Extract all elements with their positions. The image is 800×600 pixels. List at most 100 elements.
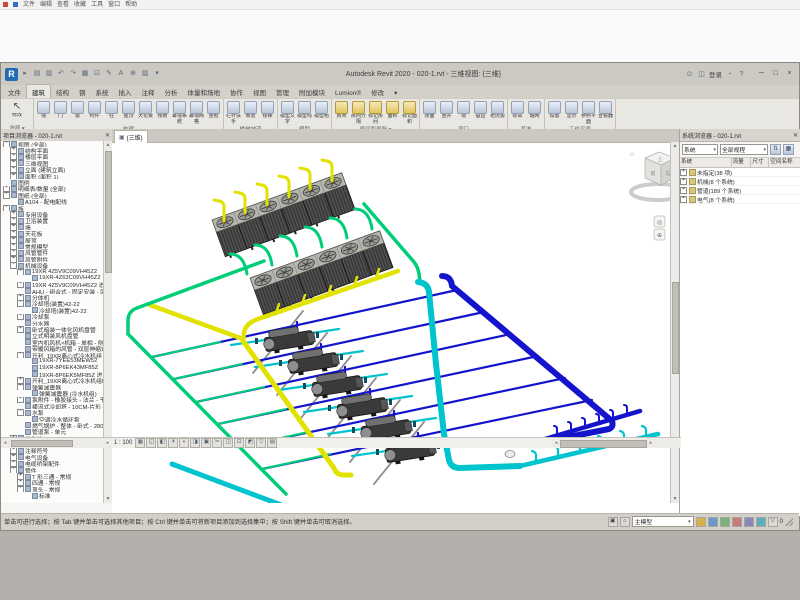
ribbon-button[interactable]: 楼板 [154, 100, 171, 125]
ribbon-button[interactable]: 竖井 [438, 100, 455, 125]
ribbon-button[interactable]: 房间分隔 [350, 100, 367, 125]
ribbon-button[interactable]: 面积 [384, 100, 401, 125]
ribbon-button[interactable]: 标记房间 [367, 100, 384, 125]
scroll-left-icon[interactable]: ◂ [1, 439, 9, 447]
titlebar-icon[interactable]: ⊙ [685, 70, 694, 79]
ribbon-tab[interactable]: 体量和场地 [183, 85, 226, 98]
canvas-hscrollbar[interactable]: ◂ ▸ [552, 439, 679, 447]
tree-expander-icon[interactable]: - [10, 262, 17, 268]
viewcube-home-icon[interactable]: ⌂ [630, 151, 634, 158]
ribbon-button[interactable]: 轴网 [526, 100, 543, 125]
design-options-dropdown[interactable]: 主模型▾ [632, 516, 694, 527]
viewcube[interactable]: 上 前 右 ⌂ [630, 151, 671, 200]
ribbon-button[interactable]: 设置 [546, 100, 563, 125]
qat-button[interactable]: ▤ [32, 69, 42, 79]
status-filter-icon[interactable] [744, 517, 754, 527]
window-control-button[interactable]: □ [769, 68, 782, 80]
ribbon-button[interactable]: 门 [52, 100, 69, 125]
ribbon-button[interactable]: 楼梯 [259, 100, 276, 125]
ribbon-tab[interactable]: 分析 [160, 85, 183, 98]
drawing-area[interactable]: ▣ {三维} [112, 129, 679, 513]
ribbon-button[interactable]: 查看器 [597, 100, 614, 125]
navigation-bar[interactable]: ◎ ⊕ [654, 216, 665, 240]
tree-expander-icon[interactable]: + [17, 314, 24, 320]
qat-button[interactable]: ▥ [44, 69, 54, 79]
host-menu-item[interactable]: 编辑 [40, 1, 52, 9]
canvas-vscrollbar[interactable]: ▲ ▼ [670, 142, 679, 503]
status-filter-icon[interactable] [720, 517, 730, 527]
tree-expander-icon[interactable]: + [680, 178, 687, 185]
ribbon-button[interactable]: 墙 [455, 100, 472, 125]
ribbon-button[interactable]: 幕墙网格 [188, 100, 205, 125]
system-row[interactable]: + 未指定(38 项) [680, 168, 800, 177]
view-control-icon[interactable]: ▽ [256, 438, 266, 448]
scroll-down-icon[interactable]: ▼ [671, 495, 679, 503]
steering-wheel-icon[interactable]: ◎ [657, 220, 662, 226]
status-filter-icon[interactable] [696, 517, 706, 527]
view-control-icon[interactable]: ▣ [201, 438, 211, 448]
close-icon[interactable]: ✕ [103, 132, 112, 139]
view-control-icon[interactable]: ◨ [190, 438, 200, 448]
scroll-up-icon[interactable]: ▲ [671, 142, 679, 150]
status-filter-icon[interactable] [732, 517, 742, 527]
sign-in-label[interactable]: 登录 [709, 69, 722, 79]
qat-button[interactable]: ▸ [20, 69, 30, 79]
ribbon-button[interactable]: 垂直 [472, 100, 489, 125]
system-row[interactable]: + 机械(8 个系统) [680, 177, 800, 186]
ribbon-tab[interactable]: 系统 [91, 85, 114, 98]
ribbon-tab[interactable]: 视图 [248, 85, 271, 98]
tree-expander-icon[interactable]: + [680, 187, 687, 194]
ribbon-tab[interactable]: 协作 [225, 85, 248, 98]
ribbon-button[interactable]: 显示 [563, 100, 580, 125]
status-filter-icon[interactable] [756, 517, 766, 527]
ribbon-button[interactable]: 柱 [103, 100, 120, 125]
view-control-icon[interactable]: ☀ [168, 438, 178, 448]
ribbon-tab[interactable]: 建筑 [26, 84, 51, 98]
tree-item[interactable]: - 19XR 4Z5V9C09VH45Z2 [1, 269, 104, 275]
tree-expander-icon[interactable]: - [3, 205, 10, 211]
toolbar-icon[interactable]: ▦ [783, 144, 794, 155]
ribbon-button[interactable]: 天花板 [137, 100, 154, 125]
host-menu-item[interactable]: 工具 [91, 1, 103, 9]
ribbon-button[interactable]: 窗 [69, 100, 86, 125]
scroll-right-icon[interactable]: ▸ [104, 439, 112, 447]
scroll-left-icon[interactable]: ◂ [552, 439, 560, 447]
system-row[interactable]: + 电气(8 个系统) [680, 195, 800, 204]
ribbon-button[interactable]: 标高 [509, 100, 526, 125]
titlebar-icon[interactable]: ? [737, 70, 746, 79]
host-menu-item[interactable]: 文件 [23, 1, 35, 9]
ribbon-tab[interactable]: 钢 [74, 85, 91, 98]
tree-expander-icon[interactable]: + [10, 173, 17, 179]
tree-expander-icon[interactable]: - [17, 269, 24, 275]
qat-button[interactable]: ↶ [56, 69, 66, 79]
host-menu-item[interactable]: 查看 [57, 1, 69, 9]
ribbon-button[interactable]: 模型线 [296, 100, 313, 125]
qat-button[interactable]: ▧ [140, 69, 150, 79]
view-control-icon[interactable]: ⊡ [234, 438, 244, 448]
titlebar-icon[interactable]: ◫ [697, 70, 706, 79]
selection-filter-icon[interactable]: ▽ [768, 517, 778, 527]
qat-button[interactable]: ⊕ [128, 69, 138, 79]
tree-expander-icon[interactable]: + [17, 282, 24, 288]
revit-logo[interactable]: R [5, 68, 18, 81]
view-control-icon[interactable]: ◱ [146, 438, 156, 448]
ribbon-button[interactable]: 参照平面 [580, 100, 597, 125]
view-control-icon[interactable]: ▤ [267, 438, 277, 448]
host-menu-item[interactable]: 帮助 [125, 1, 137, 9]
host-menu-item[interactable]: 收藏 [74, 1, 86, 9]
disciplines-dropdown[interactable]: 全部规程▾ [720, 144, 768, 155]
ribbon-button[interactable]: 标记面积 [401, 100, 418, 125]
window-control-button[interactable]: ─ [755, 68, 768, 80]
titlebar-icon[interactable]: ◔ [725, 70, 734, 79]
tree-expander-icon[interactable]: - [17, 486, 24, 492]
system-row[interactable]: + 管道(189 个系统) [680, 186, 800, 195]
ribbon-tab[interactable]: 结构 [51, 85, 74, 98]
scrollbar-thumb[interactable] [11, 440, 73, 447]
modify-button[interactable]: ↖ 修改 [2, 100, 32, 124]
qat-button[interactable]: ▦ [80, 69, 90, 79]
tree-expander-icon[interactable]: - [17, 384, 24, 390]
tree-expander-icon[interactable]: - [17, 409, 24, 415]
ribbon-tab[interactable]: 文件 [3, 85, 26, 98]
scroll-down-icon[interactable]: ▼ [104, 495, 112, 503]
project-browser-hscrollbar[interactable]: ◂ ▸ [1, 437, 112, 448]
